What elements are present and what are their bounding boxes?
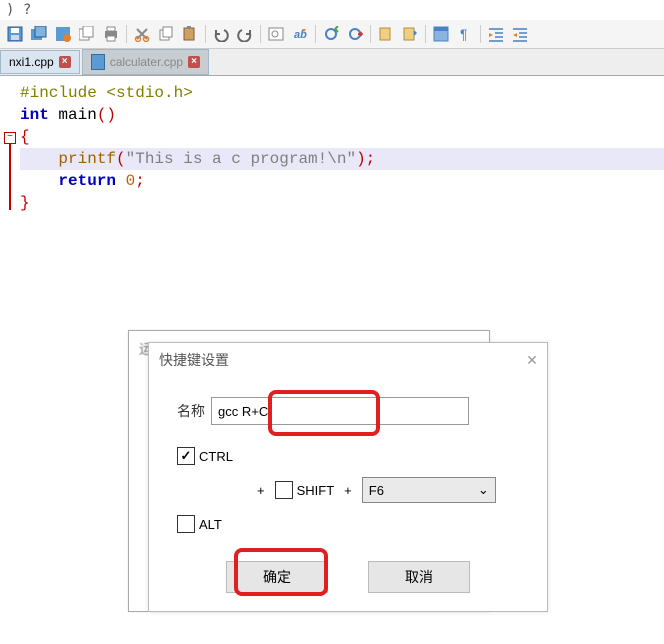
plus-text: + (344, 483, 352, 498)
ctrl-label: CTRL (199, 449, 233, 464)
tab-close-icon[interactable]: × (59, 56, 71, 68)
find-icon[interactable] (265, 23, 287, 45)
key-value: F6 (369, 483, 384, 498)
cancel-button[interactable]: 取消 (368, 561, 470, 593)
copy-icon[interactable] (155, 23, 177, 45)
code-editor[interactable]: − #include <stdio.h> int main() { printf… (0, 76, 664, 214)
outdent-icon[interactable] (509, 23, 531, 45)
alt-checkbox[interactable]: ALT (177, 515, 222, 533)
dialog-title: 快捷键设置 (159, 350, 229, 370)
undo-icon[interactable] (210, 23, 232, 45)
tab-file-label: calculater.cpp (110, 55, 183, 69)
fold-gutter: − (0, 82, 18, 214)
toolbar: ab ¶ (0, 20, 664, 49)
indent-icon[interactable] (485, 23, 507, 45)
cut-icon[interactable] (131, 23, 153, 45)
redo-icon[interactable] (234, 23, 256, 45)
plus-text: + (257, 483, 265, 498)
shift-checkbox[interactable]: SHIFT (275, 481, 335, 499)
ok-button[interactable]: 确定 (226, 561, 328, 593)
tab-bar: nxi1.cpp × calculater.cpp × (0, 49, 664, 76)
name-input[interactable] (211, 397, 469, 425)
run-icon[interactable] (344, 23, 366, 45)
tab-active[interactable]: nxi1.cpp × (0, 50, 80, 74)
checkbox-icon (177, 515, 195, 533)
tab-inactive[interactable]: calculater.cpp × (82, 49, 209, 75)
bookmark-prev-icon[interactable] (399, 23, 421, 45)
save-all-icon[interactable] (28, 23, 50, 45)
tab-file-label: nxi1.cpp (9, 55, 54, 69)
bookmark-toggle-icon[interactable] (375, 23, 397, 45)
fold-toggle-icon[interactable]: − (4, 132, 16, 144)
compile-icon[interactable] (320, 23, 342, 45)
dialog-close-button[interactable]: ✕ (517, 349, 547, 371)
print-icon[interactable] (100, 23, 122, 45)
svg-text:ab: ab (294, 29, 307, 41)
toggle-panel-icon[interactable] (430, 23, 452, 45)
alt-label: ALT (199, 517, 222, 532)
fragment-text: ) ? (0, 0, 664, 20)
svg-text:¶: ¶ (460, 26, 468, 42)
checkbox-icon: ✓ (177, 447, 195, 465)
tab-close-icon[interactable]: × (188, 56, 200, 68)
file-icon (91, 54, 105, 70)
key-combobox[interactable]: F6 ⌄ (362, 477, 496, 503)
checkbox-icon (275, 481, 293, 499)
ctrl-checkbox[interactable]: ✓ CTRL (177, 447, 233, 465)
paste-icon[interactable] (179, 23, 201, 45)
chevron-down-icon: ⌄ (478, 482, 489, 498)
replace-icon[interactable]: ab (289, 23, 311, 45)
save-close-icon[interactable] (52, 23, 74, 45)
name-label: 名称 (177, 401, 205, 421)
shift-label: SHIFT (297, 483, 335, 498)
save-icon[interactable] (4, 23, 26, 45)
pilcrow-icon[interactable]: ¶ (454, 23, 476, 45)
copy-all-icon[interactable] (76, 23, 98, 45)
shortcut-settings-dialog: 快捷键设置 ✕ 名称 ✓ CTRL + SHIFT + F6 ⌄ (148, 342, 548, 612)
